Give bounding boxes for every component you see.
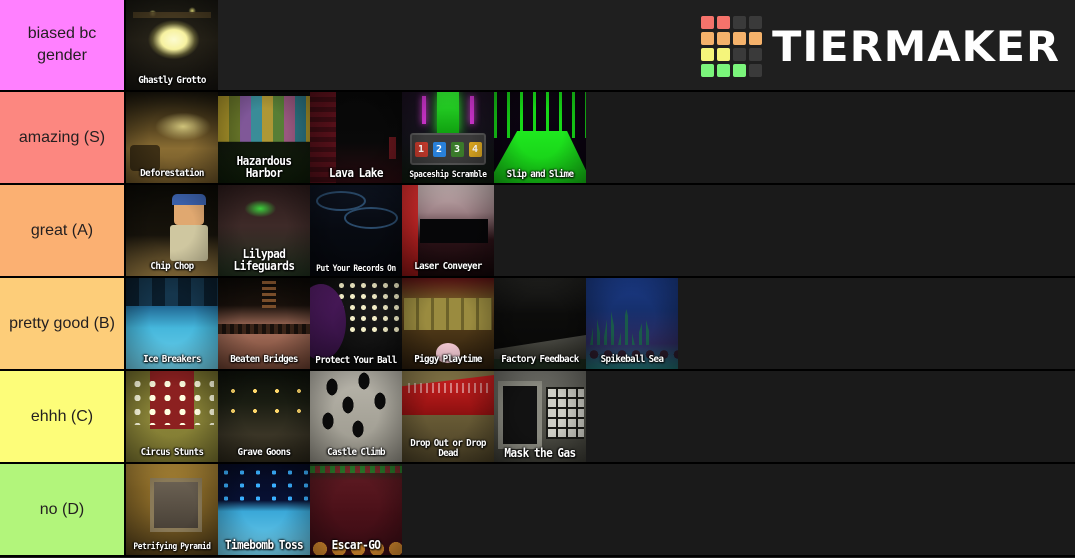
brand-name: TIERMAKER [771,21,1060,71]
tile-caption: Petrifying Pyramid [133,542,211,552]
tier-item-tile[interactable]: Mask the Gas [494,371,586,462]
tier-label-5[interactable]: no (D) [0,464,126,555]
tier-row-3: pretty good (B) Ice Breakers Beaten Bridg… [0,278,1075,371]
tier-item-tile[interactable]: Grave Goons [218,371,310,462]
logo-cell-0 [700,15,714,29]
pad-button-4: 4 [468,141,482,157]
tile-caption: Lilypad Lifeguards [233,246,296,274]
logo-cell-2 [732,15,746,29]
tier-label-3[interactable]: pretty good (B) [0,278,126,369]
tile-caption: Grave Goons [237,447,292,459]
tier-item-tile[interactable]: Ice Breakers [126,278,218,369]
pad-button-1: 1 [414,141,428,157]
tile-caption: Spikeball Sea [600,354,664,366]
tile-caption: Deforestation [140,168,204,180]
tier-item-tile[interactable]: Put Your Records On [310,185,402,276]
tier-item-tile[interactable]: Timebomb Toss [218,464,310,555]
logo-cell-6 [732,31,746,45]
logo-cell-4 [700,31,714,45]
logo-cell-7 [748,31,762,45]
tier-item-tile[interactable]: Hazardous Harbor [218,92,310,183]
tile-caption: Escar-GO [331,538,381,553]
tile-caption: Hazardous Harbor [236,153,292,181]
tierlist-header-row: biased bc gender Ghastly Grotto TIERMAKE… [0,0,1075,92]
tile-caption: Lava Lake [329,166,383,181]
tier-label-4[interactable]: ehhh (C) [0,371,126,462]
tier-item-tile[interactable]: Factory Feedback [494,278,586,369]
tier-item-tile[interactable]: Lava Lake [310,92,402,183]
logo-cell-3 [748,15,762,29]
tile-caption: Ice Breakers [143,354,201,366]
logo-grid-icon [700,15,762,77]
tier-item-tile[interactable]: Drop Out or Drop Dead [402,371,494,462]
tile-caption: Slip and Slime [506,169,574,181]
logo-cell-8 [700,47,714,61]
logo-cell-14 [732,63,746,77]
tier-items-2[interactable]: Chip Chop Lilypad Lifeguards Put Your Reco… [126,185,1075,276]
tier-label-0[interactable]: biased bc gender [0,0,126,90]
tier-label-1[interactable]: amazing (S) [0,92,126,183]
logo-cell-12 [700,63,714,77]
tier-items-5[interactable]: Petrifying Pyramid Timebomb Toss Escar-GO [126,464,1075,555]
logo-cell-10 [732,47,746,61]
tier-row-1: amazing (S) Deforestation Hazardous Harbo… [0,92,1075,185]
tier-item-tile[interactable]: Chip Chop [126,185,218,276]
tier-items-4[interactable]: Circus Stunts Grave Goons Castle Climb Drop… [126,371,1075,462]
tile-caption: Castle Climb [327,447,385,459]
tile-caption: Laser Conveyer [414,261,482,273]
tier-item-tile[interactable]: Ghastly Grotto [126,0,218,90]
logo-cell-5 [716,31,730,45]
tier-item-tile[interactable]: 1 2 3 4 Spaceship Scramble [402,92,494,183]
tile-caption: Factory Feedback [501,354,579,366]
tier-item-tile[interactable]: Lilypad Lifeguards [218,185,310,276]
tier-items-3[interactable]: Ice Breakers Beaten Bridges Protect Your B… [126,278,1075,369]
tile-caption: Put Your Records On [316,264,396,274]
tier-item-tile[interactable]: Spikeball Sea [586,278,678,369]
logo-cell-9 [716,47,730,61]
tier-item-tile[interactable]: Laser Conveyer [402,185,494,276]
tier-item-tile[interactable]: Beaten Bridges [218,278,310,369]
logo-cell-13 [716,63,730,77]
tier-item-tile[interactable]: Deforestation [126,92,218,183]
tile-caption: Mask the Gas [504,446,576,461]
tier-row-4: ehhh (C) Circus Stunts Grave Goons Castle … [0,371,1075,464]
logo-cell-15 [748,63,762,77]
logo-cell-11 [748,47,762,61]
tier-item-tile[interactable]: Slip and Slime [494,92,586,183]
tier-item-tile[interactable]: Circus Stunts [126,371,218,462]
tier-items-1[interactable]: Deforestation Hazardous Harbor Lava Lake 1 2… [126,92,1075,183]
tiermaker-logo: TIERMAKER [700,12,1060,80]
tile-artwork [310,185,402,276]
tier-item-tile[interactable]: Escar-GO [310,464,402,555]
pad-button-2: 2 [432,141,446,157]
tile-caption: Beaten Bridges [230,354,298,366]
tier-item-tile[interactable]: Protect Your Ball [310,278,402,369]
tile-caption: Spaceship Scramble [409,170,487,180]
tile-caption: Protect Your Ball [315,355,397,367]
tier-label-2[interactable]: great (A) [0,185,126,276]
tile-caption: Circus Stunts [140,447,204,459]
tier-row-2: great (A) Chip Chop Lilypad Lifeguards Put… [0,185,1075,278]
tile-caption: Ghastly Grotto [138,75,206,87]
tier-item-tile[interactable]: Petrifying Pyramid [126,464,218,555]
tile-caption: Chip Chop [150,261,194,273]
tier-row-5: no (D) Petrifying Pyramid Timebomb Toss Es… [0,464,1075,557]
tier-item-tile[interactable]: Castle Climb [310,371,402,462]
tierlist-canvas: biased bc gender Ghastly Grotto TIERMAKE… [0,0,1075,558]
spaceship-pad: 1234 [410,133,486,165]
tile-caption: Piggy Playtime [414,354,482,366]
tile-caption: Drop Out or Drop Dead [410,437,486,460]
pad-button-3: 3 [450,141,464,157]
tier-item-tile[interactable]: Piggy Playtime [402,278,494,369]
logo-cell-1 [716,15,730,29]
tile-caption: Timebomb Toss [224,538,304,553]
